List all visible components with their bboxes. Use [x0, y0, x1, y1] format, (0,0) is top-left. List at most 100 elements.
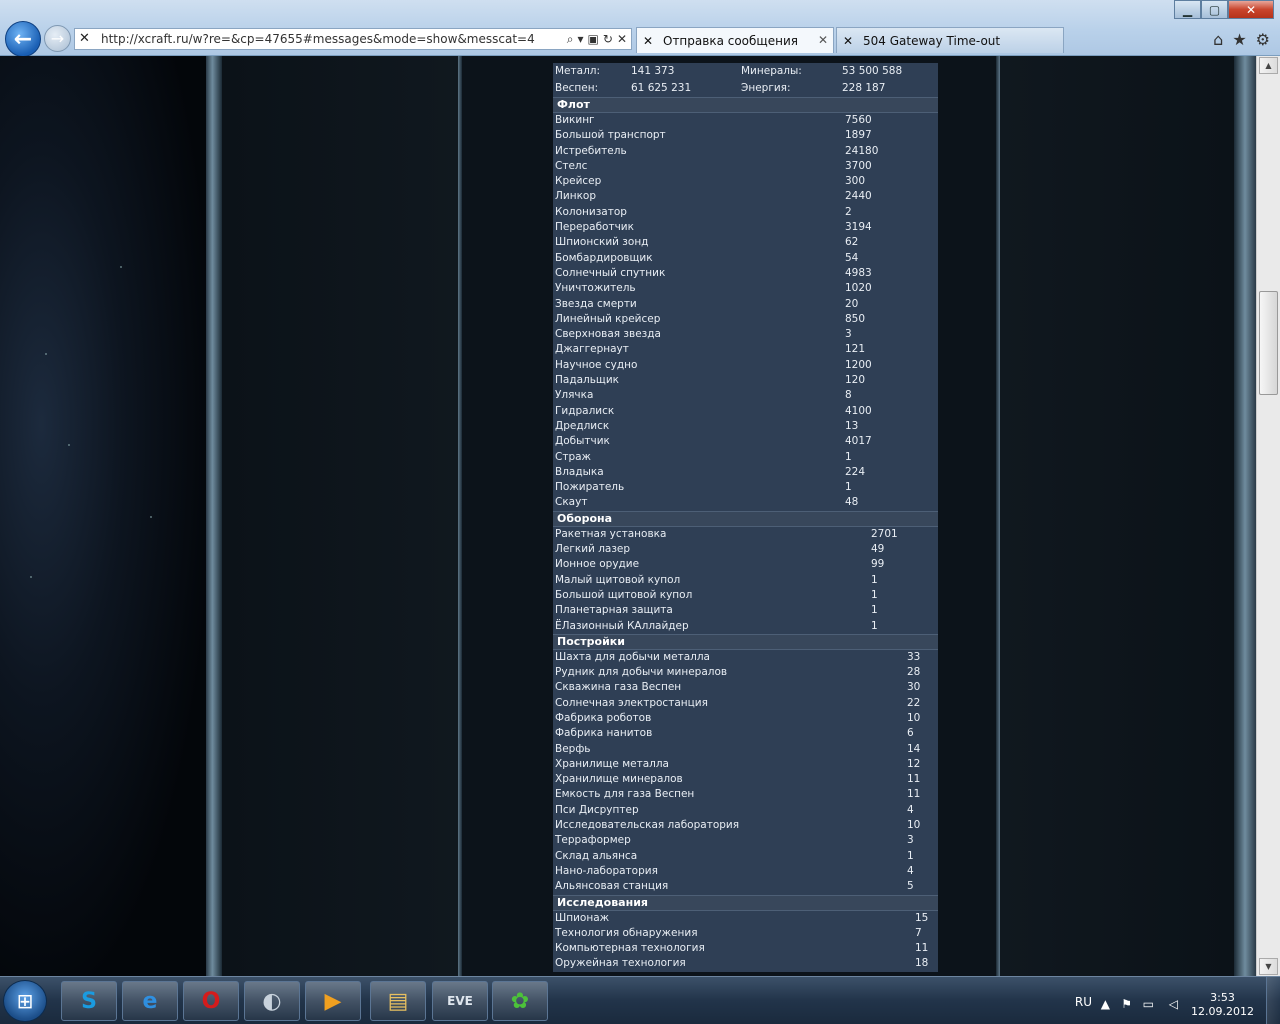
table-row: Альянсовая станция 5	[553, 879, 938, 894]
address-bar[interactable]: ✕ http://xcraft.ru/w?re=&cp=47655#messag…	[74, 28, 632, 50]
item-name: Линейный крейсер	[555, 312, 661, 325]
item-name: Солнечная электростанция	[555, 696, 708, 709]
search-icon[interactable]: ⌕	[567, 32, 574, 47]
space-background	[0, 56, 206, 976]
table-row: Линкор 2440	[553, 189, 938, 204]
item-count: 49	[871, 543, 885, 556]
table-row: Гидралиск 4100	[553, 404, 938, 419]
show-desktop-button[interactable]	[1266, 977, 1280, 1024]
star	[120, 266, 122, 268]
item-name: Научное судно	[555, 358, 638, 371]
internet-explorer-icon: e	[142, 988, 158, 1014]
explorer-icon: ▤	[387, 988, 409, 1014]
table-row: Пси Дисруптер 4	[553, 803, 938, 818]
url-text[interactable]: http://xcraft.ru/w?re=&cp=47655#messages…	[101, 32, 567, 46]
item-count: 20	[845, 297, 859, 310]
table-row: Переработчик 3194	[553, 220, 938, 235]
scrollbar-thumb[interactable]	[1259, 291, 1278, 395]
taskbar-app-opera[interactable]: O	[183, 981, 239, 1021]
back-button[interactable]: ←	[5, 21, 41, 57]
language-indicator[interactable]: RU	[1075, 995, 1092, 1009]
item-count: 30	[907, 681, 921, 694]
home-icon[interactable]: ⌂	[1213, 30, 1223, 49]
refresh-icon[interactable]: ↻	[603, 32, 613, 46]
table-row: Колонизатор 2	[553, 205, 938, 220]
item-count: 10	[907, 711, 921, 724]
item-name: Шахта для добычи металла	[555, 650, 710, 663]
item-count: 1020	[845, 282, 872, 295]
taskbar-app-explorer[interactable]: ▤	[370, 981, 426, 1021]
scroll-down-button[interactable]: ▼	[1259, 958, 1278, 975]
taskbar-app-skype[interactable]: S	[61, 981, 117, 1021]
close-tab-icon[interactable]: ✕	[818, 33, 828, 47]
vertical-scrollbar[interactable]: ▲ ▼	[1256, 56, 1280, 976]
clock[interactable]: 3:53 12.09.2012	[1191, 991, 1254, 1019]
maximize-button[interactable]: ▢	[1201, 0, 1228, 19]
table-row: Технология обнаружения 7	[553, 926, 938, 941]
show-hidden-icons-icon[interactable]: ▲	[1101, 997, 1110, 1011]
item-name: Ракетная установка	[555, 527, 667, 540]
star	[150, 516, 152, 518]
icq-icon: ✿	[510, 988, 530, 1014]
page-viewport: Металл: 141 373 Минералы: 53 500 588 Вес…	[0, 56, 1256, 976]
table-row: Оружейная технология 18	[553, 956, 938, 971]
table-row: Малый щитовой купол 1	[553, 573, 938, 588]
item-count: 54	[845, 251, 859, 264]
item-count: 12	[907, 757, 921, 770]
table-row: Владыка 224	[553, 465, 938, 480]
tab-gateway-timeout[interactable]: ✕ 504 Gateway Time-out	[836, 27, 1064, 53]
minimize-button[interactable]: ▁	[1174, 0, 1201, 19]
tab-send-message[interactable]: ✕ Отправка сообщения ✕	[636, 27, 834, 53]
item-count: 4	[907, 864, 914, 877]
table-row: Верфь 14	[553, 742, 938, 757]
forward-button[interactable]: →	[44, 25, 71, 52]
energy-value: 228 187	[842, 82, 886, 94]
taskbar-app-media-player[interactable]: ▶	[305, 981, 361, 1021]
arrow-right-icon: →	[50, 29, 65, 48]
table-row: Скважина газа Веспен 30	[553, 680, 938, 695]
item-name: Владыка	[555, 465, 604, 478]
taskbar-app-icq[interactable]: ✿	[492, 981, 548, 1021]
stop-icon[interactable]: ✕	[617, 32, 627, 46]
close-window-button[interactable]: ✕	[1228, 0, 1274, 19]
item-count: 1897	[845, 129, 872, 142]
item-name: Стелс	[555, 159, 588, 172]
taskbar-app-eve[interactable]: EVE	[432, 981, 488, 1021]
compat-view-icon[interactable]: ▣	[588, 32, 599, 46]
table-row: Большой щитовой купол 1	[553, 588, 938, 603]
dropdown-icon[interactable]: ▾	[578, 32, 584, 46]
item-count: 120	[845, 374, 866, 387]
table-row: Компьютерная технология 11	[553, 941, 938, 956]
item-name: ЁЛазионный КАллайдер	[555, 619, 689, 632]
table-row: Хранилище минералов 11	[553, 772, 938, 787]
item-count: 48	[845, 496, 859, 509]
item-count: 11	[915, 942, 929, 955]
item-count: 2701	[871, 527, 898, 540]
table-row: Линейный крейсер 850	[553, 312, 938, 327]
network-icon[interactable]: ▭	[1143, 997, 1154, 1011]
item-count: 10	[907, 819, 921, 832]
volume-icon[interactable]: ◁	[1169, 997, 1178, 1011]
scroll-up-button[interactable]: ▲	[1259, 57, 1278, 74]
action-center-flag-icon[interactable]: ⚑	[1121, 997, 1132, 1011]
item-name: Гидралиск	[555, 404, 615, 417]
item-name: Крейсер	[555, 175, 602, 188]
table-row: Хранилище металла 12	[553, 757, 938, 772]
item-count: 15	[915, 911, 929, 924]
gear-icon[interactable]: ⚙	[1256, 30, 1270, 49]
star	[68, 444, 70, 446]
taskbar-app-steam[interactable]: ◐	[244, 981, 300, 1021]
energy-label: Энергия:	[741, 82, 791, 94]
favorites-star-icon[interactable]: ★	[1232, 30, 1246, 49]
message-report: Металл: 141 373 Минералы: 53 500 588 Вес…	[553, 63, 938, 972]
taskbar-app-internet-explorer[interactable]: e	[122, 981, 178, 1021]
windows-logo-icon: ⊞	[16, 989, 34, 1013]
item-count: 3	[907, 834, 914, 847]
star	[45, 353, 47, 355]
metal-label: Металл:	[555, 65, 601, 77]
item-name: Колонизатор	[555, 205, 627, 218]
table-row: Фабрика нанитов 6	[553, 726, 938, 741]
window-controls: ▁ ▢ ✕	[1174, 0, 1274, 19]
item-name: Викинг	[555, 114, 595, 126]
start-button[interactable]: ⊞	[3, 980, 47, 1022]
